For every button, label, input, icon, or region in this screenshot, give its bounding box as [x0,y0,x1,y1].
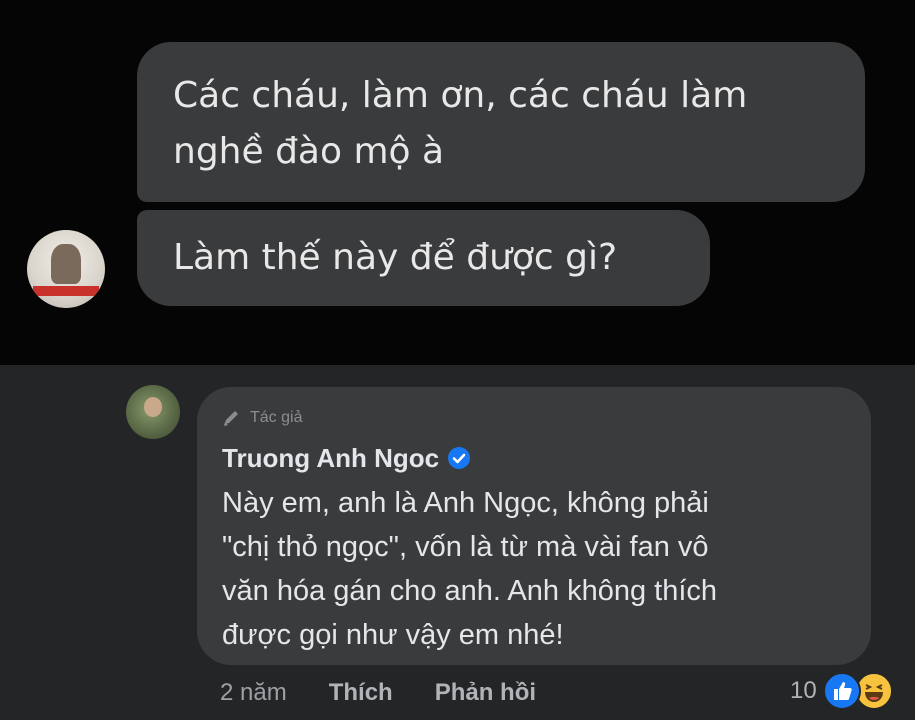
comment-text-line: văn hóa gán cho anh. Anh không thích [222,575,718,607]
comment-text-line: được gọi như vậy em nhé! [222,619,564,651]
comment-text-line: Này em, anh là Anh Ngọc, không phải [222,487,709,519]
like-button[interactable]: Thích [329,679,393,707]
avatar-figure [51,244,81,284]
avatar-head [144,397,162,417]
comment-actions: 2 năm Thích Phản hồi [220,675,536,711]
avatar-band [33,286,99,296]
author-badge: Tác giả [222,407,871,429]
comment-timestamp[interactable]: 2 năm [220,679,287,707]
message-text-line: nghề đào mộ à [173,131,445,172]
comment-text-line: "chị thỏ ngọc", vốn là từ mà vài fan vô [222,531,709,563]
messenger-chat: Các cháu, làm ơn, các cháu làm nghề đào … [0,0,915,365]
author-badge-label: Tác giả [250,409,303,426]
author-name[interactable]: Truong Anh Ngoc [222,443,439,474]
message-bubble[interactable]: Làm thế này để được gì? [137,210,710,306]
comment-bubble: Tác giả Truong Anh Ngoc Này em, anh là A… [197,387,871,665]
commenter-avatar[interactable] [126,385,180,439]
comment-section: Tác giả Truong Anh Ngoc Này em, anh là A… [0,365,915,720]
reply-button[interactable]: Phản hồi [435,679,536,707]
verified-badge-icon [448,447,471,469]
author-row: Truong Anh Ngoc [222,441,871,475]
message-bubble[interactable]: Các cháu, làm ơn, các cháu làm nghề đào … [137,42,865,202]
reaction-count: 10 [790,677,817,704]
message-text-line: Làm thế này để được gì? [173,237,618,278]
reactions-summary[interactable]: 10 [790,671,893,711]
sender-avatar[interactable] [27,230,105,308]
comment-text: Này em, anh là Anh Ngọc, không phải "chị… [222,481,862,657]
like-icon [822,672,861,710]
message-text-line: Các cháu, làm ơn, các cháu làm [173,75,748,116]
pencil-icon [224,411,238,426]
